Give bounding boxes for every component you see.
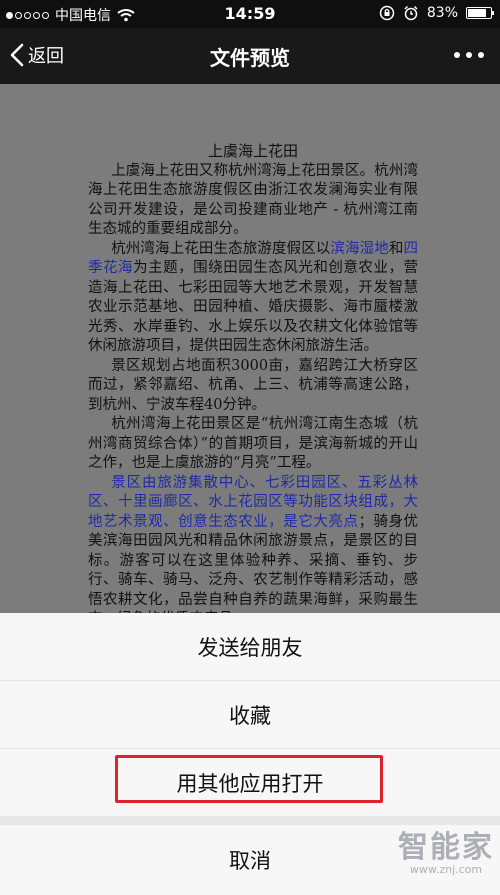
document-page: 上虞海上花田 上虞海上花田又称杭州湾海上花田景区。杭州湾海上花田生态旅游度假区由…: [88, 142, 418, 614]
document-text: 为主题，围绕田园生态风光和创意农业，营造海上花田、七彩田园等大地艺术景观，开发智…: [88, 260, 419, 354]
document-text: 上虞海上花田又称杭州湾海上花田景区。杭州湾海上花田生态旅游度假区由浙江农发澜海实…: [88, 162, 418, 238]
document-text: 和: [388, 240, 404, 257]
status-right: 83%: [379, 5, 494, 21]
action-sheet: 发送给朋友 收藏 用其他应用打开 取消 智能家 www.znj.com: [0, 613, 500, 895]
alarm-icon: [404, 5, 418, 21]
send-to-friend-button[interactable]: 发送给朋友: [0, 613, 500, 680]
open-with-other-app-button[interactable]: 用其他应用打开: [0, 749, 500, 816]
document-paragraph: 景区规划占地面积3000亩，嘉绍跨江大桥穿区而过，紧邻嘉绍、杭甬、上三、杭浦等高…: [88, 357, 418, 416]
status-bar: 中国电信 14:59 83%: [0, 0, 500, 28]
watermark-logo: 智能家 www.znj.com: [398, 832, 494, 876]
watermark-url: www.znj.com: [409, 863, 483, 876]
watermark-text: 智能家: [398, 830, 494, 865]
document-paragraph: 杭州湾海上花田生态旅游度假区以滨海湿地和四季花海为主题，围绕田园生态风光和创意农…: [88, 240, 418, 357]
more-options-button[interactable]: [454, 52, 484, 58]
favorite-button[interactable]: 收藏: [0, 681, 500, 748]
document-text: 景区规划占地面积3000亩，嘉绍跨江大桥穿区而过，紧邻嘉绍、杭甬、上三、杭浦等高…: [88, 357, 418, 413]
document-title: 上虞海上花田: [207, 142, 298, 160]
battery-percent: 83%: [426, 5, 458, 21]
document-paragraph: 杭州湾海上花田景区是“杭州湾江南生态城（杭州湾商贸综合体）”的首期项目，是滨海新…: [88, 415, 418, 474]
more-dots-icon: [454, 52, 460, 58]
document-preview[interactable]: 上虞海上花田 上虞海上花田又称杭州湾海上花田景区。杭州湾海上花田生态旅游度假区由…: [0, 84, 500, 614]
rotation-lock-icon: [379, 5, 395, 21]
page-title: 文件预览: [210, 46, 290, 70]
document-body: 上虞海上花田又称杭州湾海上花田景区。杭州湾海上花田生态旅游度假区由浙江农发澜海实…: [88, 162, 418, 615]
nav-bar: 返回 文件预览: [0, 28, 500, 84]
battery-icon: [466, 7, 494, 19]
document-text: 杭州湾海上花田景区是“杭州湾江南生态城（杭州湾商贸综合体）”的首期项目，是滨海新…: [88, 416, 418, 471]
document-link-text[interactable]: 滨海湿地: [330, 241, 388, 257]
document-paragraph: 上虞海上花田又称杭州湾海上花田景区。杭州湾海上花田生态旅游度假区由浙江农发澜海实…: [88, 162, 418, 240]
document-paragraph: 景区由旅游集散中心、七彩田园区、五彩丛林区、十里画廊区、水上花园区等功能区块组成…: [88, 474, 418, 615]
document-text: 杭州湾海上花田生态旅游度假区以: [111, 240, 331, 257]
